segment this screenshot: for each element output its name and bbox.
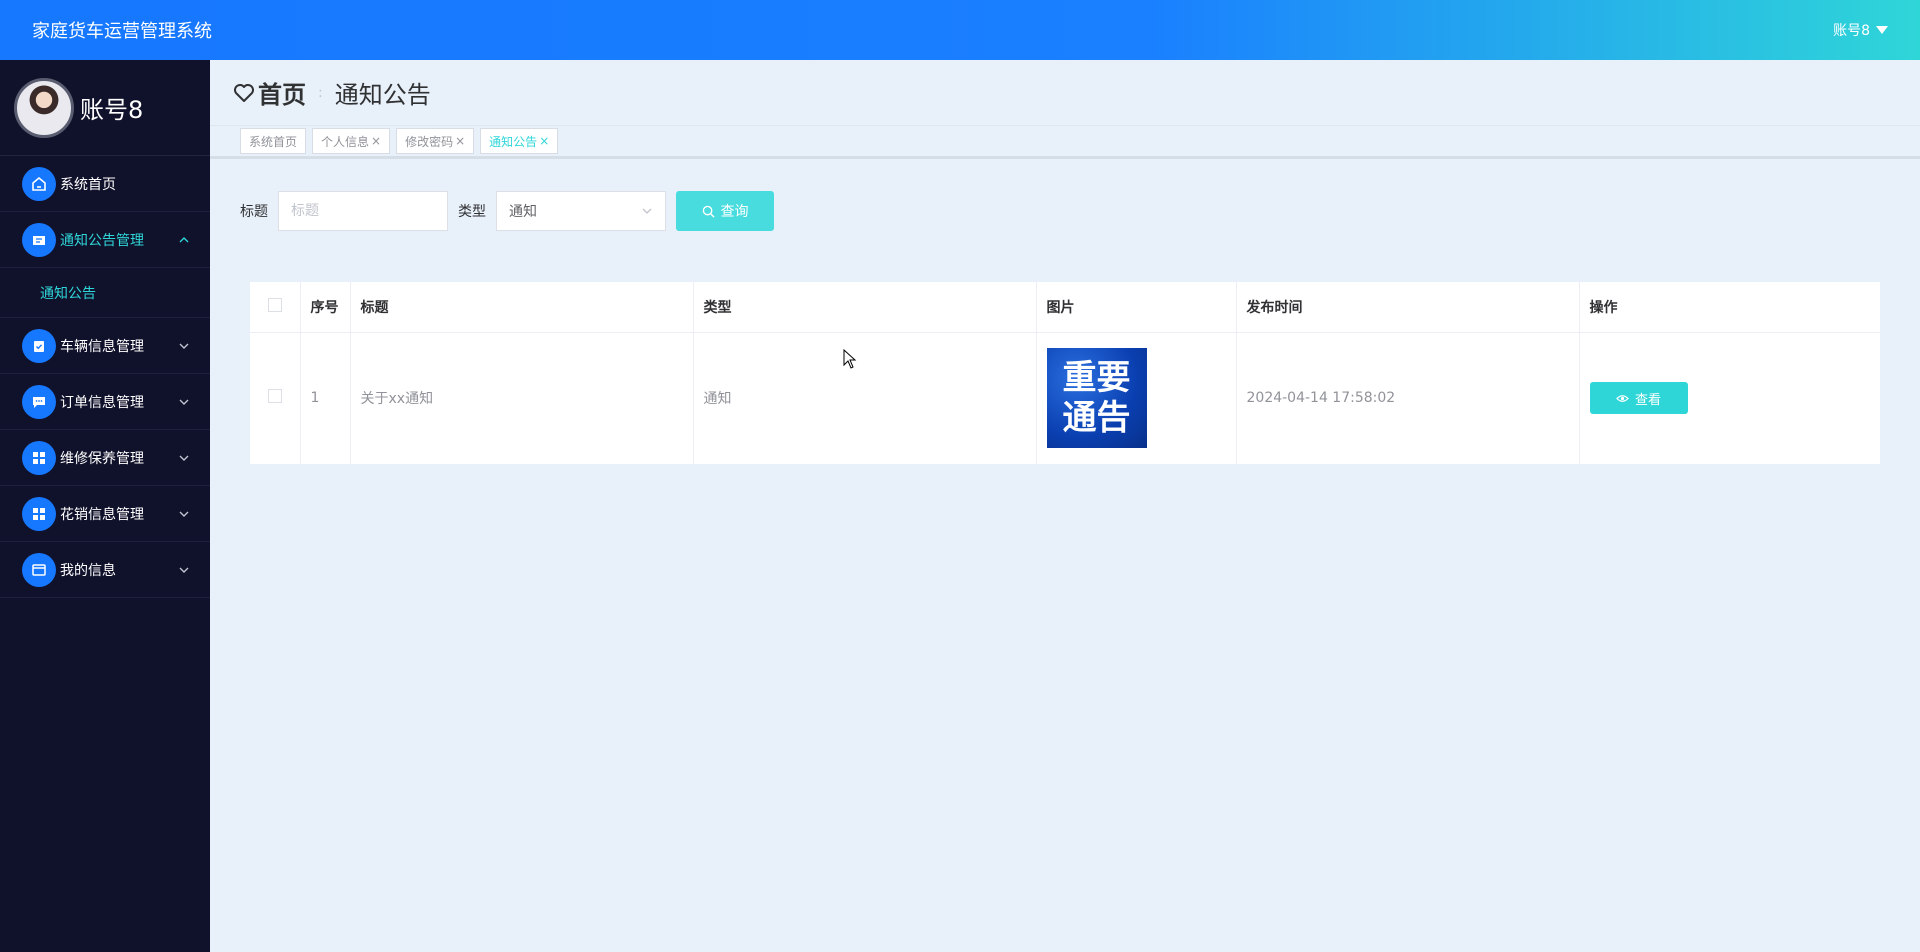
search-form: 标题 类型 通知 查询 — [240, 191, 774, 231]
user-menu-label: 账号8 — [1833, 23, 1870, 39]
select-all-checkbox[interactable] — [267, 297, 282, 312]
sidebar-item-vehicle-management[interactable]: 车辆信息管理 — [0, 318, 210, 374]
chevron-down-icon — [179, 567, 189, 573]
notice-image: 重要 通告 — [1046, 348, 1147, 449]
column-header: 图片 — [1036, 282, 1237, 333]
tags-bar: 系统首页 个人信息 × 修改密码 × 通知公告 × — [210, 125, 1920, 159]
home-icon — [22, 166, 56, 201]
eye-icon — [1616, 394, 1629, 402]
chevron-down-icon — [179, 455, 189, 461]
breadcrumb: 首页 : 通知公告 — [210, 60, 1920, 125]
heart-icon — [234, 83, 254, 102]
breadcrumb-separator: : — [318, 84, 323, 101]
cell-title: 关于xx通知 — [350, 332, 694, 464]
sidebar-subitem-notice[interactable]: 通知公告 — [0, 268, 210, 318]
user-menu[interactable]: 账号8 — [1833, 20, 1888, 40]
clipboard-icon — [22, 328, 56, 363]
sidebar-item-order-management[interactable]: 订单信息管理 — [0, 374, 210, 430]
cell-type: 通知 — [693, 332, 1037, 464]
notice-table: 序号 标题 类型 图片 发布时间 操作 1 关于xx通知 通知 重要 通告 20… — [250, 282, 1880, 464]
breadcrumb-current: 通知公告 — [334, 81, 431, 109]
column-header: 发布时间 — [1236, 282, 1580, 333]
sidebar-item-notice-management[interactable]: 通知公告管理 — [0, 212, 210, 268]
sidebar-item-label: 维修保养管理 — [60, 450, 144, 467]
close-icon[interactable]: × — [455, 134, 465, 148]
close-icon[interactable]: × — [539, 134, 549, 148]
top-bar: 家庭货车运营管理系统 账号8 — [0, 0, 1920, 60]
main-content: 首页 : 通知公告 系统首页 个人信息 × 修改密码 × 通知公告 × 标题 类… — [210, 60, 1920, 952]
column-header: 标题 — [350, 282, 694, 333]
profile: 账号8 — [0, 60, 210, 156]
avatar — [14, 77, 74, 138]
mouse-cursor-icon — [843, 349, 857, 369]
title-label: 标题 — [240, 204, 268, 220]
sidebar-menu: 系统首页 通知公告管理 通知公告 车辆信息管理 订单信息管理 维修保养管理 花销… — [0, 156, 210, 598]
tag-notice[interactable]: 通知公告 × — [480, 128, 559, 154]
cell-published: 2024-04-14 17:58:02 — [1236, 332, 1580, 464]
tag-home[interactable]: 系统首页 — [240, 128, 307, 154]
chevron-down-icon — [179, 343, 189, 349]
sidebar-item-maintenance-management[interactable]: 维修保养管理 — [0, 430, 210, 486]
tag-label: 修改密码 — [405, 134, 454, 149]
chevron-up-icon — [179, 236, 189, 242]
sidebar-item-home[interactable]: 系统首页 — [0, 156, 210, 212]
title-input[interactable] — [278, 191, 448, 231]
column-header: 类型 — [693, 282, 1037, 333]
search-button[interactable]: 查询 — [676, 191, 774, 231]
view-button[interactable]: 查看 — [1589, 382, 1688, 415]
type-select-value: 通知 — [509, 204, 537, 220]
close-icon[interactable]: × — [371, 134, 381, 148]
notice-icon — [22, 222, 56, 257]
chevron-down-icon — [179, 399, 189, 405]
chevron-down-icon — [179, 511, 189, 517]
chat-icon — [22, 384, 56, 419]
sidebar-subitem-label: 通知公告 — [40, 285, 96, 302]
search-button-label: 查询 — [720, 204, 749, 220]
sidebar-item-label: 花销信息管理 — [60, 506, 144, 523]
wallet-icon — [22, 552, 56, 587]
tag-label: 通知公告 — [489, 134, 538, 149]
profile-name: 账号8 — [80, 96, 144, 124]
chevron-down-icon — [642, 208, 652, 214]
tag-profile[interactable]: 个人信息 × — [312, 128, 391, 154]
row-checkbox[interactable] — [267, 389, 282, 404]
search-icon — [702, 205, 715, 218]
tag-label: 系统首页 — [249, 134, 298, 149]
sidebar-item-my-info[interactable]: 我的信息 — [0, 542, 210, 598]
caret-down-icon — [1876, 26, 1888, 34]
type-select[interactable]: 通知 — [496, 191, 666, 231]
table-header-row: 序号 标题 类型 图片 发布时间 操作 — [250, 282, 1880, 333]
column-header: 操作 — [1579, 282, 1880, 333]
sidebar-item-expense-management[interactable]: 花销信息管理 — [0, 486, 210, 542]
sidebar-item-label: 系统首页 — [60, 176, 116, 193]
sidebar: 账号8 系统首页 通知公告管理 通知公告 车辆信息管理 订单信息管理 维修保养管… — [0, 60, 210, 952]
view-button-label: 查看 — [1634, 392, 1661, 408]
tag-label: 个人信息 — [321, 134, 370, 149]
table-row: 1 关于xx通知 通知 重要 通告 2024-04-14 17:58:02 查看 — [250, 332, 1880, 464]
sidebar-item-label: 通知公告管理 — [60, 232, 144, 249]
app-title: 家庭货车运营管理系统 — [32, 21, 212, 42]
cell-index: 1 — [300, 332, 351, 464]
breadcrumb-home[interactable]: 首页 — [258, 75, 306, 110]
sidebar-item-label: 订单信息管理 — [60, 394, 144, 411]
sidebar-item-label: 车辆信息管理 — [60, 338, 144, 355]
sidebar-item-label: 我的信息 — [60, 562, 116, 579]
tag-change-password[interactable]: 修改密码 × — [396, 128, 475, 154]
column-header: 序号 — [300, 282, 351, 333]
grid-icon — [22, 496, 56, 531]
grid-icon — [22, 440, 56, 475]
type-label: 类型 — [458, 204, 486, 220]
